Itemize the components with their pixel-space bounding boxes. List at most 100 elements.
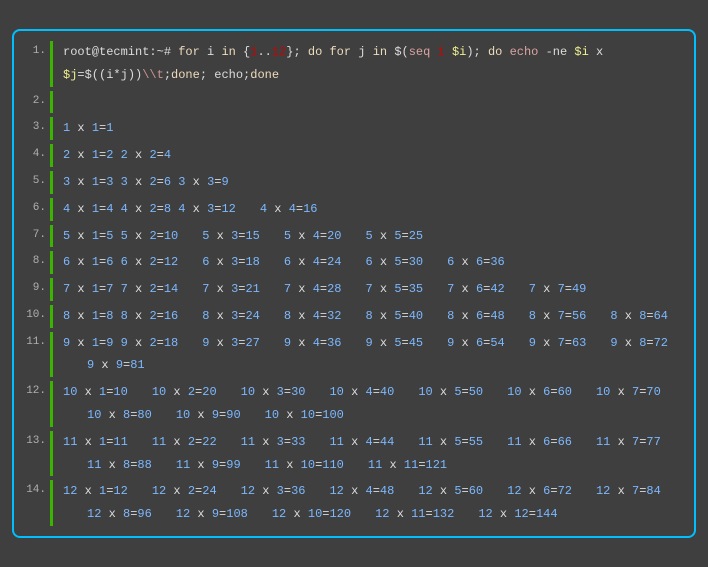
equals-sign: = <box>157 336 164 350</box>
mult-row-n: 10 <box>329 385 343 399</box>
equals-sign: = <box>402 309 409 323</box>
mult-product: 44 <box>380 435 394 449</box>
mult-row-n: 10 <box>63 385 77 399</box>
equals-sign: = <box>402 336 409 350</box>
mult-col-j: 1 <box>92 255 99 269</box>
x-operator: x <box>267 202 289 216</box>
mult-product: 35 <box>409 282 423 296</box>
mult-product: 14 <box>164 282 178 296</box>
code-line: 3.1 x 1=1 <box>14 115 684 142</box>
mult-product: 20 <box>202 385 216 399</box>
mult-product: 121 <box>426 458 448 472</box>
mult-row-n: 3 <box>121 175 128 189</box>
equals-sign: = <box>402 229 409 243</box>
mult-row-n: 5 <box>366 229 373 243</box>
mult-product: 4 <box>164 148 171 162</box>
mult-col-j: 4 <box>366 435 373 449</box>
mult-row-n: 10 <box>507 385 521 399</box>
mult-product: 72 <box>558 484 572 498</box>
mult-product: 6 <box>164 175 171 189</box>
x-operator: x <box>373 229 395 243</box>
mult-product: 42 <box>490 282 504 296</box>
code-content: root@tecmint:~# for i in {1..12}; do for… <box>50 41 684 87</box>
equals-sign: = <box>646 336 653 350</box>
code-content: 11 x 1=1111 x 2=2211 x 3=3311 x 4=4411 x… <box>50 431 684 477</box>
x-operator: x <box>255 484 277 498</box>
line-number: 6. <box>14 198 50 214</box>
mult-product: 110 <box>322 458 344 472</box>
equals-sign: = <box>157 282 164 296</box>
mult-col-j: 2 <box>149 282 156 296</box>
mult-row-n: 12 <box>63 484 77 498</box>
seq-call: seq <box>409 45 431 59</box>
x-operator: x <box>454 336 476 350</box>
mult-product: 12 <box>164 255 178 269</box>
mult-row-n: 10 <box>596 385 610 399</box>
mult-product: 18 <box>164 336 178 350</box>
x-operator: x <box>70 148 92 162</box>
term-gap <box>113 282 120 296</box>
x-operator: x <box>128 229 150 243</box>
x-operator: x <box>255 385 277 399</box>
mult-col-j: 3 <box>277 385 284 399</box>
mult-col-j: 9 <box>212 408 219 422</box>
mult-row-n: 8 <box>121 309 128 323</box>
x-operator: x <box>190 408 212 422</box>
mult-product: 72 <box>654 336 668 350</box>
mult-product: 24 <box>245 309 259 323</box>
x-operator: x <box>70 336 92 350</box>
range-braces: {1..12} <box>243 45 293 59</box>
equals-sign: = <box>550 435 557 449</box>
x-operator: x <box>536 336 558 350</box>
mult-col-j: 7 <box>558 336 565 350</box>
mult-col-j: 5 <box>454 435 461 449</box>
mult-col-j: 3 <box>277 484 284 498</box>
code-content: 7 x 1=7 7 x 2=147 x 3=217 x 4=287 x 5=35… <box>50 278 684 301</box>
mult-product: 64 <box>654 309 668 323</box>
x-operator: x <box>618 336 640 350</box>
mult-row-n: 11 <box>418 435 432 449</box>
mult-row-n: 12 <box>87 507 101 521</box>
x-operator: x <box>128 282 150 296</box>
mult-col-j: 9 <box>116 358 123 372</box>
equals-sign: = <box>426 507 433 521</box>
mult-col-j: 2 <box>149 336 156 350</box>
mult-row-n: 7 <box>284 282 291 296</box>
code-content: 6 x 1=6 6 x 2=126 x 3=186 x 4=246 x 5=30… <box>50 251 684 274</box>
keyword-done: done <box>171 68 200 82</box>
term-gap <box>113 309 120 323</box>
mult-product: 50 <box>469 385 483 399</box>
mult-row-n: 6 <box>121 255 128 269</box>
equals-sign: = <box>550 484 557 498</box>
mult-product: 48 <box>380 484 394 498</box>
mult-product: 55 <box>469 435 483 449</box>
mult-col-j: 2 <box>149 148 156 162</box>
mult-product: 36 <box>490 255 504 269</box>
mult-row-n: 4 <box>260 202 267 216</box>
mult-row-n: 7 <box>121 282 128 296</box>
mult-col-j: 4 <box>313 309 320 323</box>
code-line: 13.11 x 1=1111 x 2=2211 x 3=3311 x 4=441… <box>14 429 684 479</box>
mult-product: 84 <box>646 484 660 498</box>
mult-col-j: 5 <box>394 255 401 269</box>
mult-product: 16 <box>303 202 317 216</box>
code-line: 12.10 x 1=1010 x 2=2010 x 3=3010 x 4=401… <box>14 379 684 429</box>
term-gap <box>113 202 120 216</box>
x-operator: x <box>390 507 412 521</box>
mult-product: 96 <box>137 507 151 521</box>
mult-product: 77 <box>646 435 660 449</box>
mult-row-n: 12 <box>329 484 343 498</box>
equals-sign: = <box>418 458 425 472</box>
mult-product: 21 <box>245 282 259 296</box>
code-line: 14.12 x 1=1212 x 2=2412 x 3=3612 x 4=481… <box>14 478 684 528</box>
mult-col-j: 1 <box>92 175 99 189</box>
mult-product: 99 <box>226 458 240 472</box>
mult-row-n: 10 <box>176 408 190 422</box>
mult-col-j: 4 <box>313 282 320 296</box>
keyword-do: do <box>308 45 322 59</box>
code-content: 8 x 1=8 8 x 2=168 x 3=248 x 4=328 x 5=40… <box>50 305 684 328</box>
mult-col-j: 1 <box>92 282 99 296</box>
mult-row-n: 8 <box>529 309 536 323</box>
mult-product: 54 <box>490 336 504 350</box>
term-gap <box>113 255 120 269</box>
